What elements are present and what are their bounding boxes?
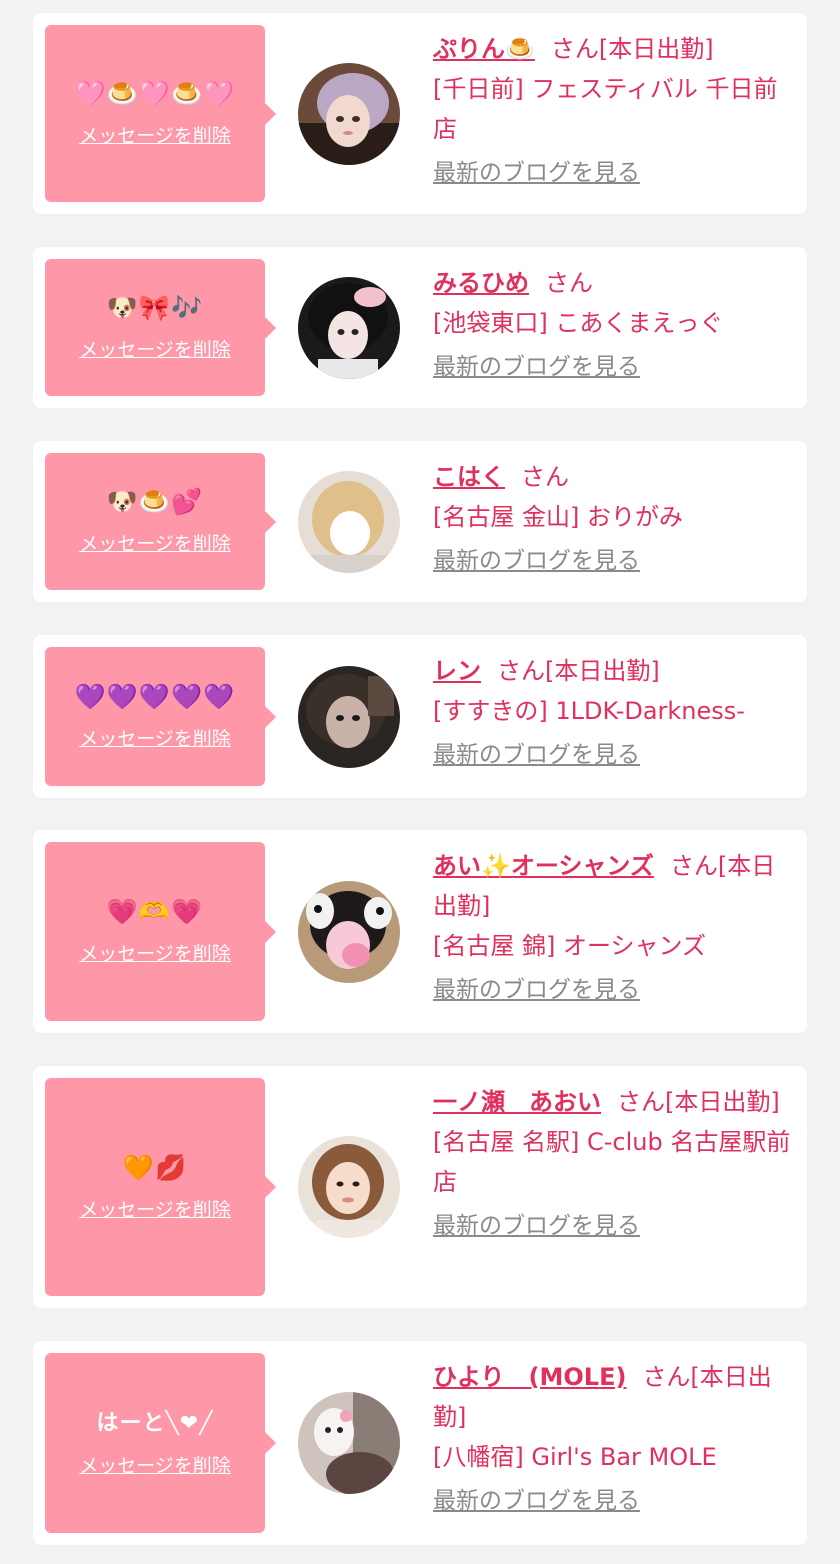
latest-blog-link[interactable]: 最新のブログを見る xyxy=(433,347,640,387)
girl-name-link[interactable]: あい✨オーシャンズ xyxy=(433,852,654,880)
latest-blog-link[interactable]: 最新のブログを見る xyxy=(433,970,640,1010)
entry-info: レン さん[本日出勤] [すすきの] 1LDK-Darkness- 最新のブログを… xyxy=(433,651,793,775)
message-card: 💗🫶💗 メッセージを削除 あい✨オーシャンズ さん[本日出勤] [名古屋 錦] オ… xyxy=(33,830,807,1033)
avatar-photo xyxy=(298,1392,400,1494)
message-bubble: 🧡💋 メッセージを削除 xyxy=(45,1078,276,1296)
message-text: 💗🫶💗 xyxy=(106,897,204,926)
latest-blog-link[interactable]: 最新のブログを見る xyxy=(433,153,640,193)
message-bubble: 💜💜💜💜💜 メッセージを削除 xyxy=(45,647,276,786)
entry-info: ひより (MOLE) さん[本日出勤] [八幡宿] Girl's Bar MOLE… xyxy=(433,1357,793,1521)
avatar[interactable] xyxy=(298,665,400,768)
entry-info: みるひめ さん [池袋東口] こあくまえっぐ 最新のブログを見る xyxy=(433,263,793,387)
message-card: 🐶🍮💕 メッセージを削除 こはく さん [名古屋 金山] おりがみ 最新のブログを… xyxy=(33,441,807,602)
girl-name-link[interactable]: こはく xyxy=(433,463,505,491)
shop-info: [名古屋 金山] おりがみ xyxy=(433,503,683,531)
entry-info: ぷりん🍮 さん[本日出勤] [千日前] フェスティバル 千日前店 最新のブログを見… xyxy=(433,29,793,193)
message-bubble: 🐶🎀🎶 メッセージを削除 xyxy=(45,259,276,396)
avatar-photo xyxy=(298,276,400,379)
shop-info: [八幡宿] Girl's Bar MOLE xyxy=(433,1443,717,1471)
avatar-photo xyxy=(298,62,400,165)
shop-info: [名古屋 錦] オーシャンズ xyxy=(433,932,707,960)
latest-blog-link[interactable]: 最新のブログを見る xyxy=(433,735,640,775)
delete-message-link[interactable]: メッセージを削除 xyxy=(79,939,231,966)
message-card: 🐶🎀🎶 メッセージを削除 みるひめ さん [池袋東口] こあくまえっぐ 最新のブロ… xyxy=(33,247,807,408)
message-card: 💜💜💜💜💜 メッセージを削除 レン さん[本日出勤] [すすきの] 1LDK-Da… xyxy=(33,635,807,798)
shop-info: [池袋東口] こあくまえっぐ xyxy=(433,309,724,337)
entry-info: こはく さん [名古屋 金山] おりがみ 最新のブログを見る xyxy=(433,457,793,581)
message-text: はーと╲❤︎╱ xyxy=(96,1410,214,1436)
avatar[interactable] xyxy=(298,470,400,573)
message-text: 🩷🍮🩷🍮🩷 xyxy=(74,79,236,108)
message-text: 🧡💋 xyxy=(122,1152,188,1182)
message-card: 🩷🍮🩷🍮🩷 メッセージを削除 ぷりん🍮 さん[本日出勤] [千日前] フェスティバ… xyxy=(33,13,807,214)
avatar-photo xyxy=(298,470,400,573)
shop-info: [名古屋 名駅] C-club 名古屋駅前店 xyxy=(433,1128,791,1196)
name-suffix: さん[本日出勤] xyxy=(550,35,714,63)
avatar[interactable] xyxy=(298,1392,400,1494)
latest-blog-link[interactable]: 最新のブログを見る xyxy=(433,1481,640,1521)
avatar[interactable] xyxy=(298,880,400,983)
entry-info: 一ノ瀬 あおい さん[本日出勤] [名古屋 名駅] C-club 名古屋駅前店 最… xyxy=(433,1082,793,1246)
name-suffix: さん[本日出勤] xyxy=(617,1088,780,1116)
message-bubble: 🩷🍮🩷🍮🩷 メッセージを削除 xyxy=(45,25,276,202)
entry-info: あい✨オーシャンズ さん[本日出勤] [名古屋 錦] オーシャンズ 最新のブログを… xyxy=(433,846,793,1010)
shop-info: [千日前] フェスティバル 千日前店 xyxy=(433,75,778,143)
latest-blog-link[interactable]: 最新のブログを見る xyxy=(433,1206,640,1246)
avatar[interactable] xyxy=(298,276,400,379)
message-text: 🐶🎀🎶 xyxy=(106,293,204,322)
delete-message-link[interactable]: メッセージを削除 xyxy=(79,529,231,556)
girl-name-link[interactable]: 一ノ瀬 あおい xyxy=(433,1088,601,1116)
delete-message-link[interactable]: メッセージを削除 xyxy=(79,335,231,362)
delete-message-link[interactable]: メッセージを削除 xyxy=(79,1195,231,1222)
message-bubble: 🐶🍮💕 メッセージを削除 xyxy=(45,453,276,590)
message-card: はーと╲❤︎╱ メッセージを削除 ひより (MOLE) さん[本日出勤] [八幡宿… xyxy=(33,1341,807,1545)
message-text: 💜💜💜💜💜 xyxy=(74,682,236,711)
name-suffix: さん xyxy=(545,269,593,297)
delete-message-link[interactable]: メッセージを削除 xyxy=(79,1451,231,1478)
avatar[interactable] xyxy=(298,1136,400,1238)
avatar-photo xyxy=(298,880,400,983)
avatar-photo xyxy=(298,665,400,768)
name-suffix: さん xyxy=(521,463,569,491)
girl-name-link[interactable]: レン xyxy=(433,657,481,685)
latest-blog-link[interactable]: 最新のブログを見る xyxy=(433,541,640,581)
message-card: 🧡💋 メッセージを削除 一ノ瀬 あおい さん[本日出勤] [名古屋 名駅] C-c… xyxy=(33,1066,807,1308)
message-bubble: はーと╲❤︎╱ メッセージを削除 xyxy=(45,1353,276,1533)
avatar[interactable] xyxy=(298,62,400,165)
girl-name-link[interactable]: ひより (MOLE) xyxy=(433,1363,626,1391)
message-bubble: 💗🫶💗 メッセージを削除 xyxy=(45,842,276,1021)
name-suffix: さん[本日出勤] xyxy=(497,657,660,685)
shop-info: [すすきの] 1LDK-Darkness- xyxy=(433,697,745,725)
message-text: 🐶🍮💕 xyxy=(106,487,204,516)
delete-message-link[interactable]: メッセージを削除 xyxy=(79,121,231,148)
girl-name-link[interactable]: ぷりん🍮 xyxy=(433,35,535,63)
girl-name-link[interactable]: みるひめ xyxy=(433,269,529,297)
avatar-photo xyxy=(298,1136,400,1238)
delete-message-link[interactable]: メッセージを削除 xyxy=(79,724,231,751)
